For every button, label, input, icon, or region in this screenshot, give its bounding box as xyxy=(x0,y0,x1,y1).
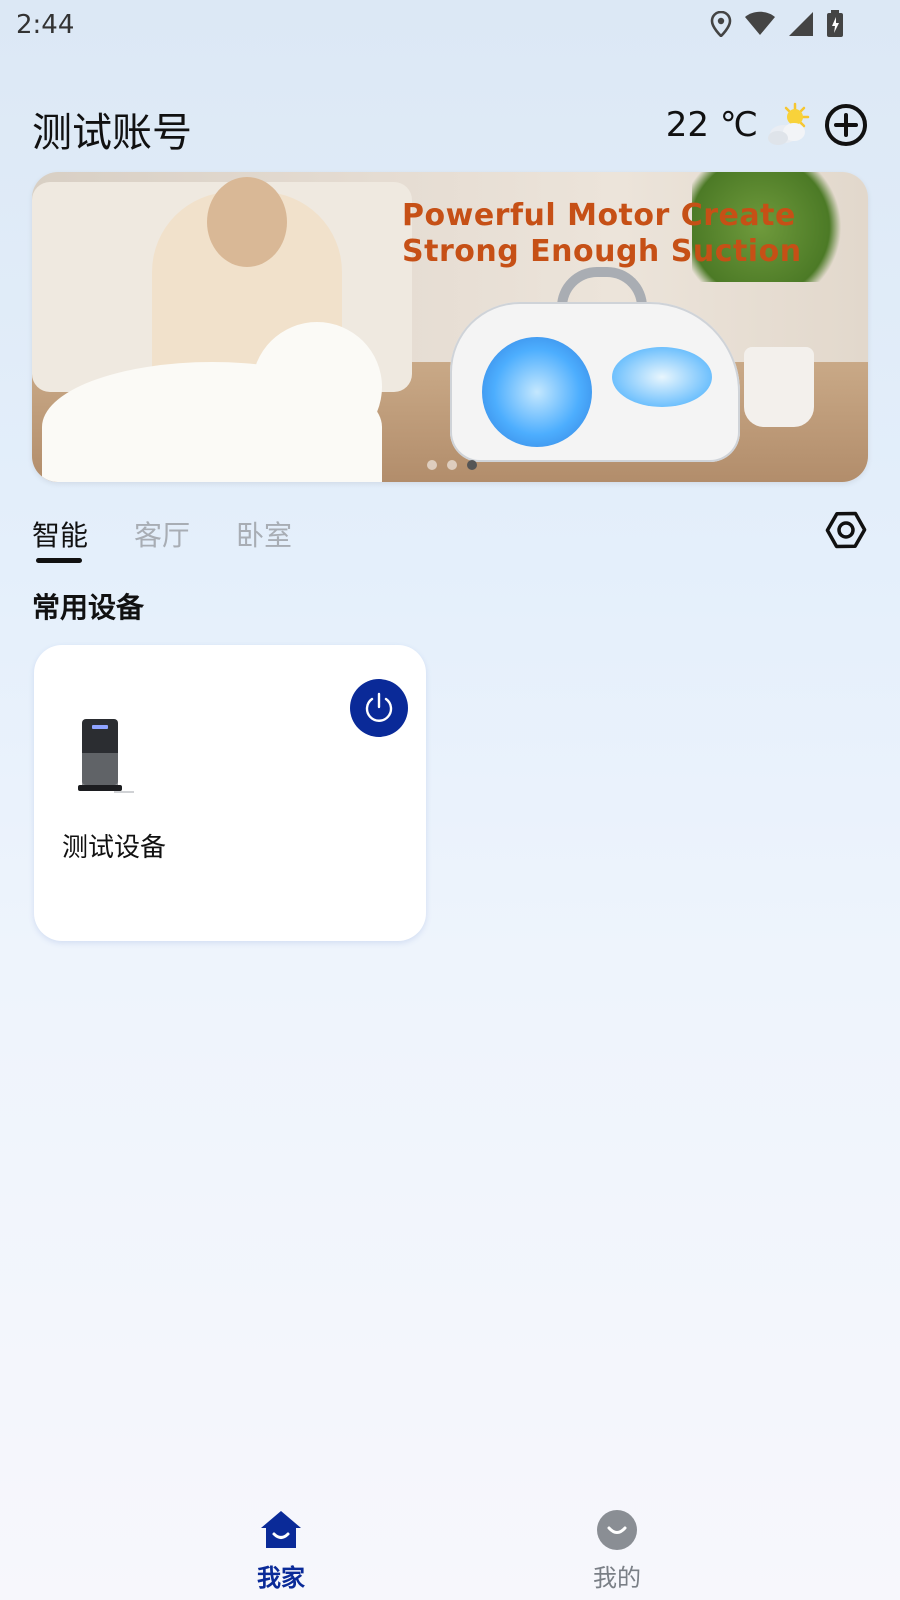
status-bar: 2:44 xyxy=(0,0,900,50)
bottom-nav: 我家 我的 xyxy=(0,1490,900,1600)
banner-title-line1: Powerful Motor Create xyxy=(402,198,796,233)
section-title: 常用设备 xyxy=(32,591,145,624)
device-card[interactable]: 测试设备 xyxy=(34,645,426,941)
plus-circle-icon xyxy=(825,104,867,146)
header: 测试账号 22 ℃ xyxy=(32,92,868,156)
nav-home-label: 我家 xyxy=(257,1564,305,1592)
temperature: 22 ℃ xyxy=(665,105,758,145)
home-icon xyxy=(259,1508,303,1552)
nav-home[interactable]: 我家 xyxy=(221,1490,341,1593)
settings-button[interactable] xyxy=(824,508,868,552)
header-right: 22 ℃ xyxy=(666,100,868,150)
status-icons xyxy=(710,10,844,38)
signal-icon xyxy=(788,11,814,37)
device-image xyxy=(70,717,134,797)
banner-dot[interactable] xyxy=(447,460,457,470)
banner-person-head xyxy=(207,177,287,267)
wifi-icon xyxy=(744,11,776,37)
banner-dot[interactable] xyxy=(427,460,437,470)
banner-dog-head xyxy=(252,322,382,452)
nav-profile[interactable]: 我的 xyxy=(557,1490,677,1593)
hexagon-settings-icon xyxy=(825,511,867,549)
profile-icon xyxy=(595,1508,639,1552)
banner-fan-graphic xyxy=(482,337,592,447)
room-tabs: 智能 客厅 卧室 xyxy=(32,514,292,563)
battery-icon xyxy=(826,10,844,38)
partly-cloudy-sun-icon xyxy=(764,100,814,150)
account-name[interactable]: 测试账号 xyxy=(32,100,192,158)
banner-dot-active[interactable] xyxy=(467,460,477,470)
banner-plant-pot xyxy=(744,347,814,427)
add-button[interactable] xyxy=(824,103,868,147)
banner-title-line2: Strong Enough Suction xyxy=(402,234,802,269)
nav-profile-label: 我的 xyxy=(593,1564,641,1592)
banner-airflow-graphic xyxy=(612,347,712,407)
device-power-button[interactable] xyxy=(350,679,408,737)
device-name: 测试设备 xyxy=(62,833,167,863)
tab-smart[interactable]: 智能 xyxy=(32,514,88,563)
banner-pagination xyxy=(427,460,477,470)
location-icon xyxy=(710,11,732,37)
banner-title: Powerful Motor Create Strong Enough Suct… xyxy=(402,198,802,270)
status-time: 2:44 xyxy=(16,10,75,40)
power-icon xyxy=(365,692,393,722)
tab-bedroom[interactable]: 卧室 xyxy=(236,514,292,554)
promo-banner[interactable]: Powerful Motor Create Strong Enough Suct… xyxy=(32,172,868,482)
tab-living-room[interactable]: 客厅 xyxy=(134,514,190,554)
